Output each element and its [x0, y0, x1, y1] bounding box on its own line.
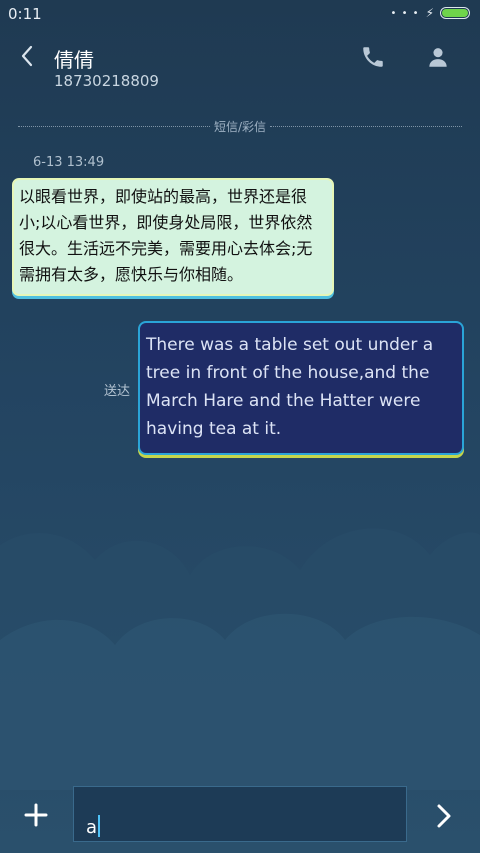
battery-icon [440, 7, 470, 19]
send-button[interactable] [430, 801, 458, 831]
message-timestamp: 6-13 13:49 [33, 155, 105, 170]
contact-name: 倩倩 [54, 48, 94, 72]
outgoing-message-bubble[interactable]: There was a table set out under a tree i… [138, 321, 464, 455]
back-button[interactable] [16, 42, 40, 70]
divider-line [18, 125, 210, 127]
call-button[interactable] [360, 44, 386, 70]
contact-info-button[interactable] [425, 44, 451, 70]
message-input-value: a [86, 817, 98, 838]
cloud-background [0, 528, 480, 790]
plus-icon [24, 803, 48, 827]
text-cursor [98, 815, 101, 837]
conversation-header: 倩倩 18730218809 [0, 34, 480, 94]
message-type-divider: 短信/彩信 [18, 117, 463, 135]
back-chevron-icon [21, 45, 33, 67]
add-attachment-button[interactable] [22, 801, 50, 829]
divider-label: 短信/彩信 [213, 119, 267, 134]
person-icon [429, 48, 447, 67]
phone-icon [363, 47, 383, 67]
status-bar: 0:11 • • • ⚡ [0, 0, 480, 28]
message-input[interactable]: a [73, 786, 407, 842]
divider-line [270, 125, 463, 127]
send-chevron-icon [437, 804, 451, 828]
delivery-status: 送达 [104, 384, 131, 399]
battery-level [442, 9, 468, 17]
status-indicators: • • • ⚡ [390, 6, 470, 20]
incoming-message-bubble[interactable]: 以眼看世界，即使站的最高，世界还是很小;以心看世界，即使身处局限，世界依然很大。… [12, 178, 334, 296]
bolt-icon: ⚡ [425, 6, 434, 20]
signal-dots: • • • [390, 7, 420, 19]
contact-number: 18730218809 [54, 72, 159, 90]
status-time: 0:11 [8, 5, 42, 23]
